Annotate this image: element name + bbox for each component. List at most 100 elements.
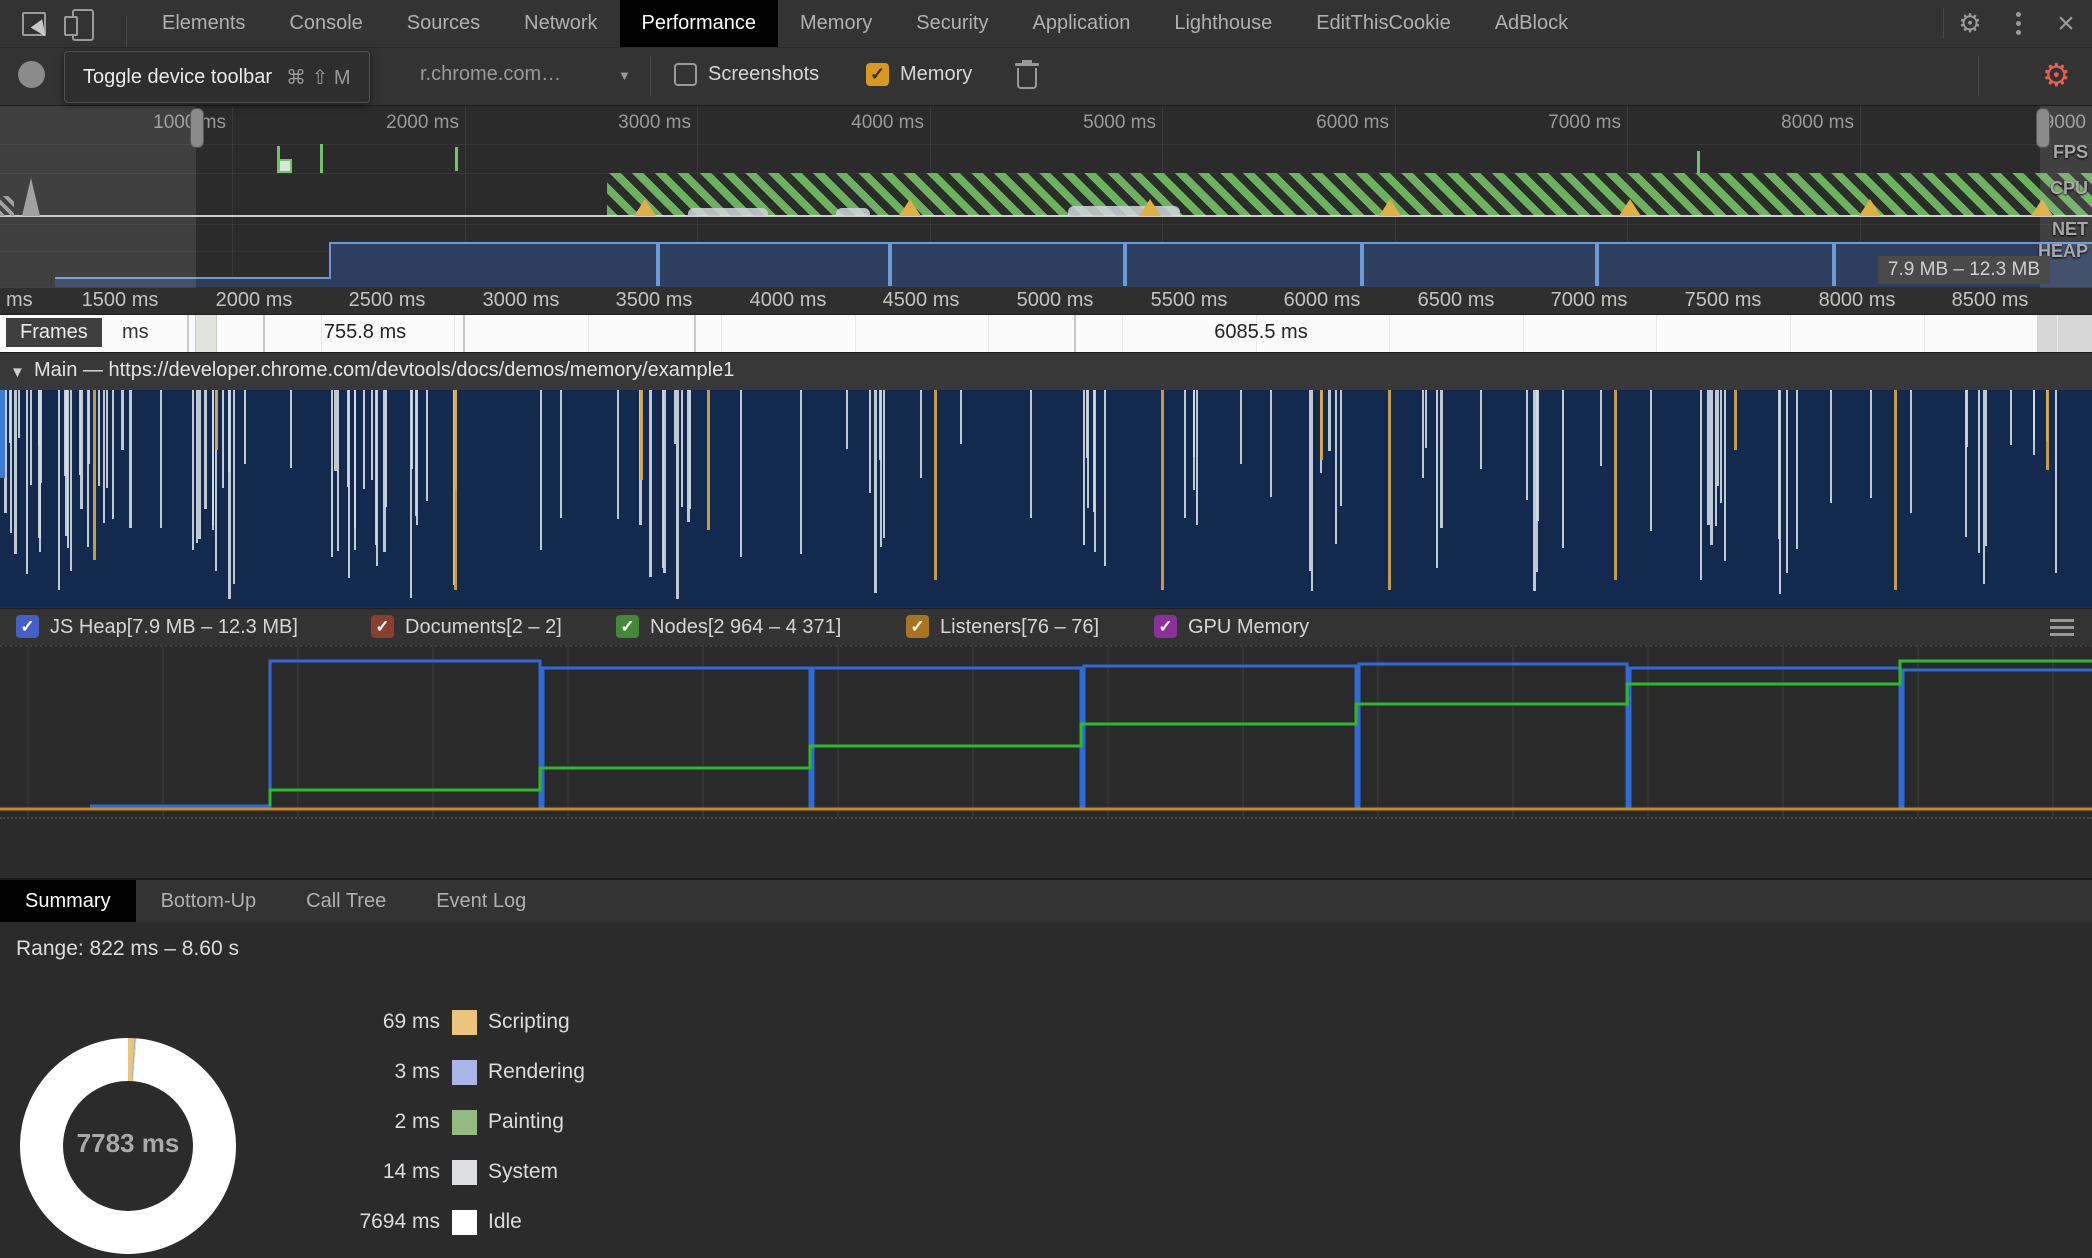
activity-tick	[883, 390, 885, 538]
tab-security[interactable]: Security	[894, 0, 1010, 47]
activity-tick	[1526, 390, 1528, 500]
memory-counters-chart[interactable]	[0, 645, 2092, 819]
counter-label: Documents[2 – 2]	[405, 616, 562, 638]
lane-label-net: NET	[2052, 219, 2088, 239]
activity-tick	[454, 390, 457, 590]
activity-tick	[960, 390, 962, 444]
activity-tick	[740, 390, 742, 557]
activity-tick	[1894, 390, 1897, 590]
tab-lighthouse[interactable]: Lighthouse	[1152, 0, 1294, 47]
counter-label: Nodes[2 964 – 4 371]	[650, 616, 842, 638]
activity-tick	[1340, 390, 1342, 506]
activity-tick	[1734, 390, 1737, 450]
lane-label-cpu: CPU	[2049, 178, 2088, 198]
fps-mark	[277, 146, 280, 173]
activity-tick	[18, 390, 20, 438]
tab-elements[interactable]: Elements	[140, 0, 267, 47]
ruler-tick-label: 2000 ms	[215, 289, 293, 311]
frame-ruler-tick	[1523, 315, 1524, 352]
activity-tick	[1717, 390, 1719, 486]
activity-tick	[416, 390, 418, 525]
activity-tick	[14, 390, 17, 554]
activity-tick	[1184, 390, 1186, 518]
activity-tick	[1161, 390, 1164, 590]
documents-checkbox[interactable]: ✓	[371, 615, 394, 638]
details-tab-bottom-up[interactable]: Bottom-Up	[136, 880, 282, 922]
main-flamechart-track[interactable]	[0, 390, 2092, 607]
activity-tick	[290, 390, 292, 468]
timeline-overview[interactable]: 1000 ms 2000 ms 3000 ms 4000 ms 5000 ms 6000 …	[0, 105, 2092, 289]
activity-tick	[640, 390, 643, 480]
tab-memory[interactable]: Memory	[778, 0, 894, 47]
frame-ruler-tick	[721, 315, 722, 352]
legend-label: Scripting	[488, 1010, 570, 1033]
track-scroll-indicator[interactable]	[0, 390, 5, 478]
warning-triangle-icon	[1379, 199, 1401, 216]
activity-tick	[1425, 390, 1427, 448]
tab-application[interactable]: Application	[1010, 0, 1152, 47]
activity-tick	[1600, 390, 1602, 466]
tab-performance[interactable]: Performance	[619, 0, 778, 47]
profile-url-select[interactable]: r.chrome.com…	[420, 63, 561, 86]
gpu-memory-checkbox[interactable]: ✓	[1154, 615, 1177, 638]
activity-tick	[383, 390, 386, 552]
activity-tick	[1536, 390, 1539, 521]
activity-tick	[65, 390, 68, 536]
js-heap-checkbox[interactable]: ✓	[16, 615, 39, 638]
activity-tick	[1965, 390, 1967, 537]
legend-row: 14 ms System	[280, 1158, 780, 1190]
activity-tick	[1778, 390, 1780, 539]
disclosure-triangle-icon[interactable]: ▼	[10, 364, 25, 381]
overview-dim-left	[0, 106, 196, 288]
kebab-menu-icon[interactable]	[1996, 12, 2040, 35]
activity-tick	[411, 390, 413, 469]
activity-tick	[2033, 390, 2035, 440]
tab-adblock[interactable]: AdBlock	[1473, 0, 1590, 47]
frame-ruler-tick	[321, 315, 322, 352]
frames-dim-right	[2037, 315, 2092, 352]
settings-gear-icon[interactable]: ⚙	[1944, 0, 1996, 47]
capture-settings-gear-icon[interactable]: ⚙	[2042, 56, 2071, 94]
record-button[interactable]	[18, 61, 45, 88]
listeners-checkbox[interactable]: ✓	[906, 615, 929, 638]
details-tab-call-tree[interactable]: Call Tree	[281, 880, 411, 922]
screenshots-checkbox[interactable]	[674, 63, 697, 86]
legend-value: 14 ms	[382, 1160, 440, 1183]
chart-bottom-gap	[0, 819, 2092, 878]
ruler-tick-label: 4000 ms	[749, 289, 827, 311]
ruler-tick-label: 5500 ms	[1150, 289, 1228, 311]
frames-track[interactable]: Frames ms 755.8 ms 6085.5 ms	[0, 315, 2092, 354]
trash-icon[interactable]	[1014, 60, 1040, 90]
main-track-header[interactable]: ▼ Main — https://developer.chrome.com/de…	[0, 352, 2092, 391]
hamburger-menu-icon[interactable]	[2050, 619, 2074, 640]
selection-handle-left[interactable]	[190, 108, 204, 148]
activity-tick	[663, 390, 666, 573]
close-icon[interactable]: ×	[2040, 2, 2092, 46]
legend-row: 2 ms Painting	[280, 1108, 780, 1140]
details-tab-event-log[interactable]: Event Log	[411, 880, 551, 922]
activity-tick	[1309, 390, 1311, 571]
nodes-checkbox[interactable]: ✓	[616, 615, 639, 638]
memory-label[interactable]: Memory	[900, 63, 972, 86]
tooltip-label: Toggle device toolbar	[83, 65, 273, 88]
activity-tick	[426, 390, 428, 501]
activity-tick	[98, 390, 100, 486]
tab-network[interactable]: Network	[502, 0, 619, 47]
tabbar-icons	[0, 0, 140, 47]
activity-tick	[79, 390, 81, 475]
chevron-down-icon[interactable]: ▼	[618, 68, 631, 83]
tab-editthiscookie[interactable]: EditThisCookie	[1294, 0, 1473, 47]
activity-tick	[212, 390, 214, 525]
frame-strip	[195, 315, 217, 352]
selection-handle-right[interactable]	[2036, 108, 2050, 148]
frame-ruler-tick	[1924, 315, 1925, 352]
tab-console[interactable]: Console	[267, 0, 384, 47]
frames-badge: Frames	[6, 318, 102, 347]
details-tab-summary[interactable]: Summary	[0, 880, 136, 922]
legend-swatch-system	[452, 1160, 477, 1185]
toolbar-separator	[650, 56, 651, 96]
tab-sources[interactable]: Sources	[385, 0, 502, 47]
memory-checkbox[interactable]: ✓	[866, 63, 889, 86]
screenshots-label[interactable]: Screenshots	[708, 63, 819, 86]
activity-tick	[1196, 390, 1198, 525]
